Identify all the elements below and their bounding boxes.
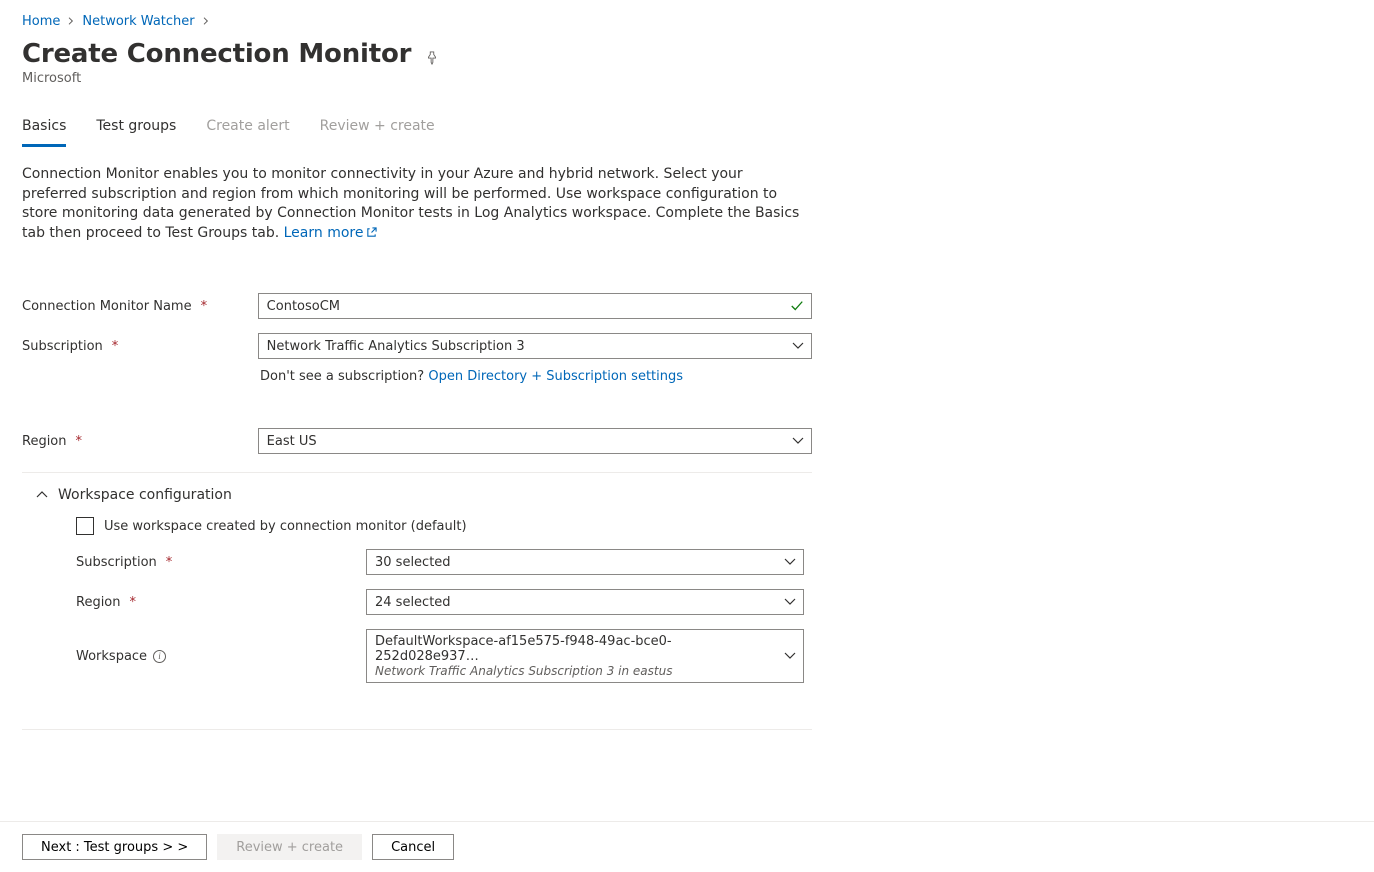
- required-indicator: *: [201, 299, 208, 314]
- next-button[interactable]: Next : Test groups > >: [22, 834, 207, 860]
- learn-more-link[interactable]: Learn more: [284, 225, 364, 241]
- ws-subscription-select[interactable]: 30 selected: [366, 549, 804, 575]
- required-indicator: *: [166, 555, 173, 570]
- connection-monitor-name-input[interactable]: [258, 293, 812, 319]
- subscription-value: Network Traffic Analytics Subscription 3: [267, 339, 525, 354]
- use-default-workspace-checkbox[interactable]: [76, 517, 94, 535]
- workspace-config-expander[interactable]: Workspace configuration: [22, 473, 812, 503]
- required-indicator: *: [76, 434, 83, 449]
- required-indicator: *: [112, 339, 119, 354]
- workspace-select[interactable]: DefaultWorkspace-af15e575-f948-49ac-bce0…: [366, 629, 804, 683]
- breadcrumb-separator: [202, 14, 210, 29]
- review-create-button: Review + create: [217, 834, 362, 860]
- tab-test-groups[interactable]: Test groups: [96, 112, 176, 146]
- section-divider: [22, 729, 812, 730]
- workspace-label: Workspace: [76, 649, 147, 664]
- ws-region-select[interactable]: 24 selected: [366, 589, 804, 615]
- footer-bar: Next : Test groups > > Review + create C…: [0, 821, 1374, 872]
- region-select[interactable]: East US: [258, 428, 812, 454]
- breadcrumb-separator: [67, 14, 75, 29]
- breadcrumb-home[interactable]: Home: [22, 14, 60, 29]
- subscription-select[interactable]: Network Traffic Analytics Subscription 3: [258, 333, 812, 359]
- region-label: Region: [22, 434, 67, 449]
- pin-icon[interactable]: [425, 51, 439, 65]
- valid-check-icon: [790, 299, 804, 313]
- page-title: Create Connection Monitor: [22, 39, 411, 69]
- external-link-icon: [366, 225, 377, 236]
- use-default-workspace-label: Use workspace created by connection moni…: [104, 519, 467, 534]
- breadcrumb-network-watcher[interactable]: Network Watcher: [82, 14, 194, 29]
- workspace-config-title: Workspace configuration: [58, 487, 232, 503]
- region-value: East US: [267, 434, 317, 449]
- chevron-up-icon: [36, 489, 48, 501]
- workspace-value: DefaultWorkspace-af15e575-f948-49ac-bce0…: [375, 634, 775, 664]
- ws-subscription-value: 30 selected: [375, 555, 451, 570]
- tab-basics[interactable]: Basics: [22, 112, 66, 147]
- info-icon[interactable]: i: [153, 650, 166, 663]
- publisher-label: Microsoft: [22, 71, 1352, 86]
- required-indicator: *: [130, 595, 137, 610]
- subscription-helper-text: Don't see a subscription?: [260, 369, 424, 384]
- ws-region-value: 24 selected: [375, 595, 451, 610]
- description-text: Connection Monitor enables you to monito…: [22, 165, 812, 243]
- breadcrumb: Home Network Watcher: [22, 14, 1352, 29]
- tabs: Basics Test groups Create alert Review +…: [22, 112, 1352, 147]
- ws-subscription-label: Subscription: [76, 555, 157, 570]
- ws-region-label: Region: [76, 595, 121, 610]
- tab-create-alert: Create alert: [206, 112, 289, 146]
- directory-subscription-settings-link[interactable]: Open Directory + Subscription settings: [428, 369, 683, 384]
- subscription-label: Subscription: [22, 339, 103, 354]
- name-label: Connection Monitor Name: [22, 299, 192, 314]
- tab-review-create: Review + create: [320, 112, 435, 146]
- workspace-subtext: Network Traffic Analytics Subscription 3…: [375, 664, 672, 678]
- cancel-button[interactable]: Cancel: [372, 834, 454, 860]
